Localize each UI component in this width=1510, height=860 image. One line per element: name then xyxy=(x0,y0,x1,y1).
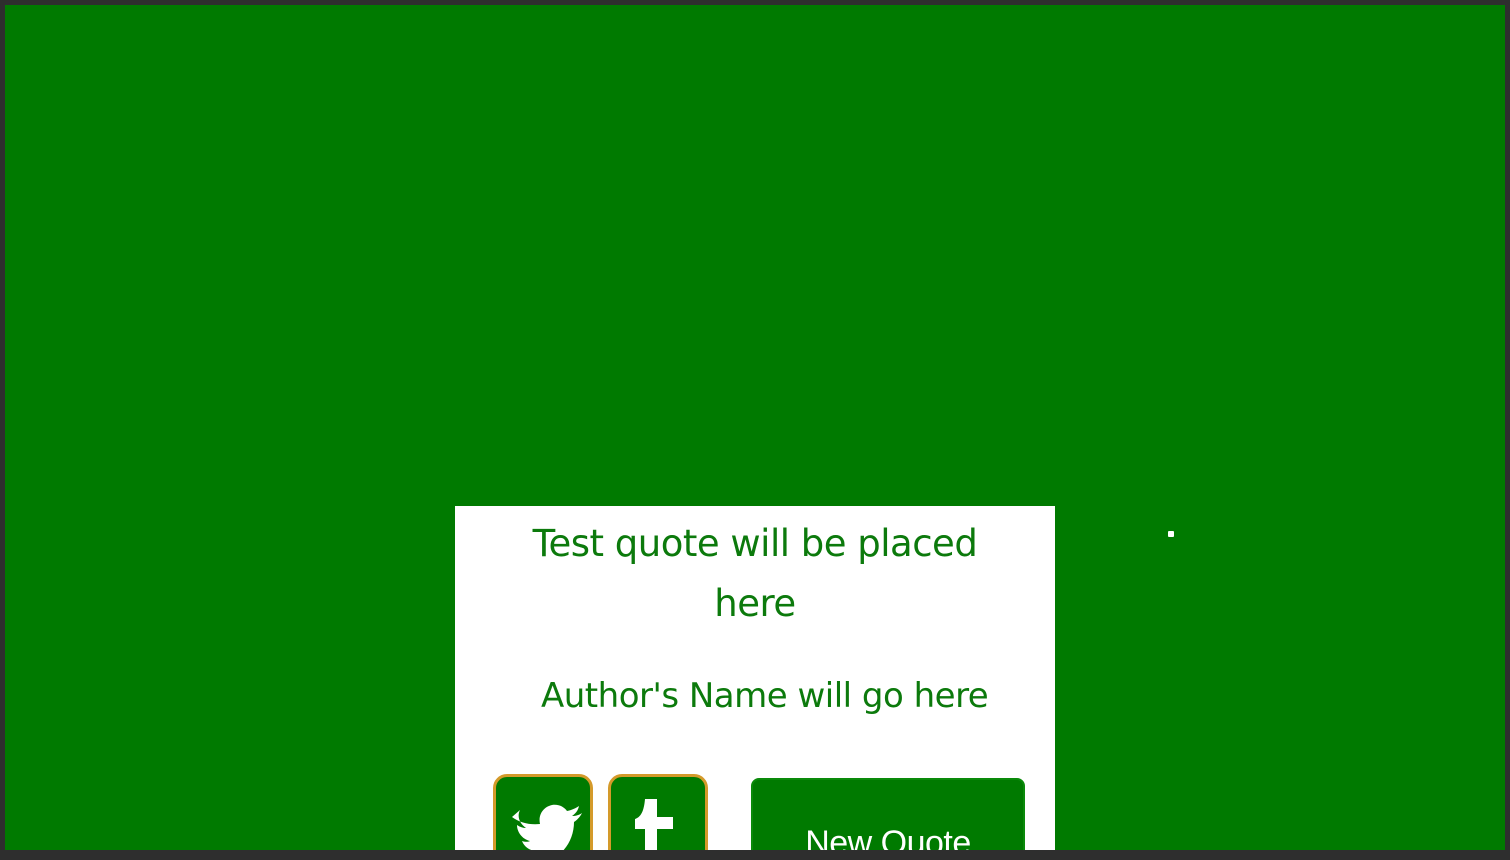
quote-box: Test quote will be placed here Author's … xyxy=(455,506,1055,850)
stray-dot xyxy=(1168,531,1174,537)
tweet-quote-button[interactable] xyxy=(493,774,593,850)
twitter-icon xyxy=(512,804,582,850)
quote-text: Test quote will be placed here xyxy=(532,522,978,625)
new-quote-button[interactable]: New Quote xyxy=(751,778,1025,850)
tumblr-icon xyxy=(635,799,673,850)
tumblr-share-button[interactable] xyxy=(608,774,708,850)
app-background: Test quote will be placed here Author's … xyxy=(0,0,1510,860)
quote-author: Author's Name will go here xyxy=(541,676,989,716)
